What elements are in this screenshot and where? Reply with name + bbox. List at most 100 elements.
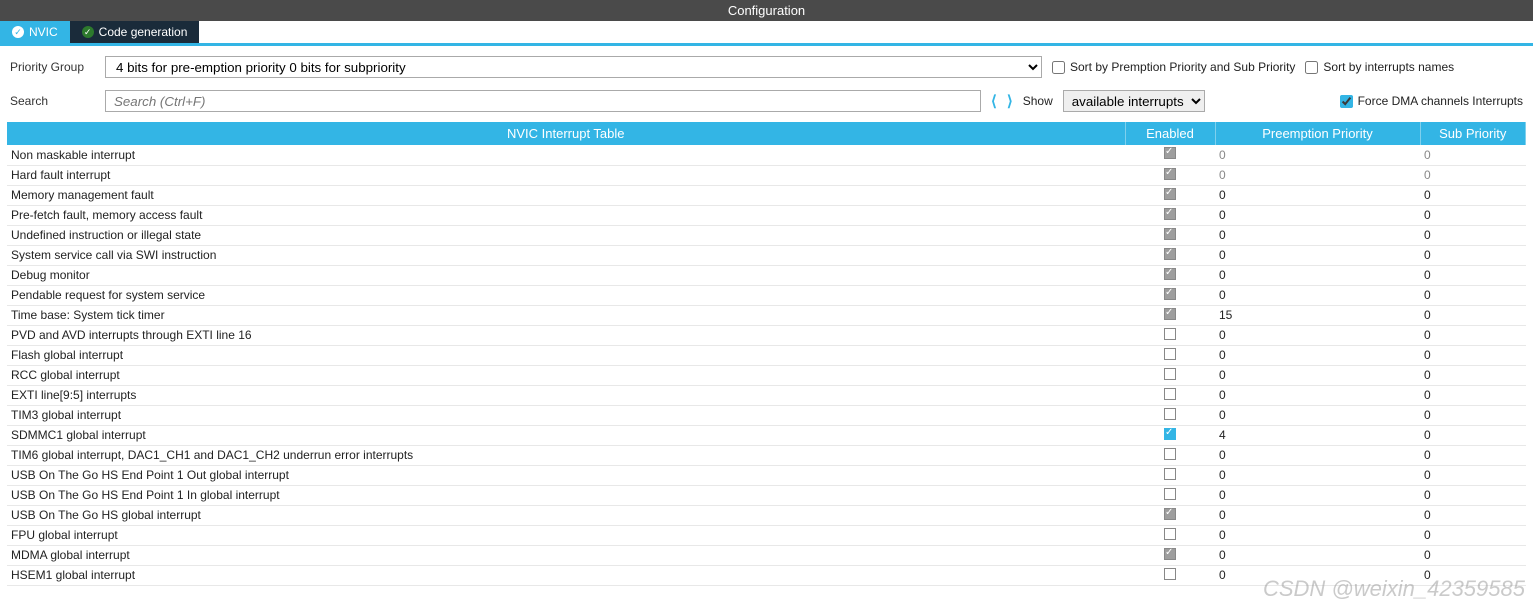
cell-preempt[interactable]: 0 xyxy=(1215,285,1420,305)
cell-preempt[interactable]: 0 xyxy=(1215,465,1420,485)
cell-preempt[interactable]: 0 xyxy=(1215,545,1420,565)
tab-nvic[interactable]: ✓ NVIC xyxy=(0,21,70,43)
cell-sub[interactable]: 0 xyxy=(1420,545,1526,565)
cell-sub[interactable]: 0 xyxy=(1420,265,1526,285)
enabled-checkbox[interactable] xyxy=(1164,408,1176,420)
cell-preempt[interactable]: 0 xyxy=(1215,265,1420,285)
cell-preempt[interactable]: 0 xyxy=(1215,505,1420,525)
sort-priority-label: Sort by Premption Priority and Sub Prior… xyxy=(1070,60,1295,74)
enabled-checkbox[interactable] xyxy=(1164,348,1176,360)
cell-preempt[interactable]: 4 xyxy=(1215,425,1420,445)
cell-sub[interactable]: 0 xyxy=(1420,445,1526,465)
cell-sub[interactable]: 0 xyxy=(1420,505,1526,525)
enabled-checkbox[interactable] xyxy=(1164,508,1176,520)
table-row[interactable]: USB On The Go HS global interrupt00 xyxy=(7,505,1526,525)
table-row[interactable]: Non maskable interrupt00 xyxy=(7,145,1526,165)
cell-sub[interactable]: 0 xyxy=(1420,325,1526,345)
enabled-checkbox[interactable] xyxy=(1164,568,1176,580)
cell-sub[interactable]: 0 xyxy=(1420,465,1526,485)
table-row[interactable]: TIM6 global interrupt, DAC1_CH1 and DAC1… xyxy=(7,445,1526,465)
table-row[interactable]: Hard fault interrupt00 xyxy=(7,165,1526,185)
cell-sub[interactable]: 0 xyxy=(1420,425,1526,445)
cell-preempt[interactable]: 0 xyxy=(1215,145,1420,165)
enabled-checkbox[interactable] xyxy=(1164,268,1176,280)
table-row[interactable]: Debug monitor00 xyxy=(7,265,1526,285)
cell-sub[interactable]: 0 xyxy=(1420,405,1526,425)
enabled-checkbox[interactable] xyxy=(1164,528,1176,540)
cell-preempt[interactable]: 0 xyxy=(1215,365,1420,385)
force-dma-checkbox[interactable] xyxy=(1340,95,1353,108)
next-icon[interactable]: ⟩ xyxy=(1007,92,1013,110)
table-row[interactable]: USB On The Go HS End Point 1 In global i… xyxy=(7,485,1526,505)
enabled-checkbox[interactable] xyxy=(1164,388,1176,400)
table-row[interactable]: Pre-fetch fault, memory access fault00 xyxy=(7,205,1526,225)
table-row[interactable]: RCC global interrupt00 xyxy=(7,365,1526,385)
cell-sub[interactable]: 0 xyxy=(1420,365,1526,385)
enabled-checkbox[interactable] xyxy=(1164,368,1176,380)
cell-preempt[interactable]: 0 xyxy=(1215,165,1420,185)
cell-preempt[interactable]: 0 xyxy=(1215,325,1420,345)
enabled-checkbox[interactable] xyxy=(1164,488,1176,500)
table-row[interactable]: Pendable request for system service00 xyxy=(7,285,1526,305)
cell-sub[interactable]: 0 xyxy=(1420,205,1526,225)
table-row[interactable]: MDMA global interrupt00 xyxy=(7,545,1526,565)
enabled-checkbox[interactable] xyxy=(1164,188,1176,200)
table-row[interactable]: Time base: System tick timer150 xyxy=(7,305,1526,325)
cell-name: USB On The Go HS End Point 1 Out global … xyxy=(7,465,1125,485)
cell-preempt[interactable]: 0 xyxy=(1215,485,1420,505)
cell-preempt[interactable]: 0 xyxy=(1215,385,1420,405)
cell-preempt[interactable]: 0 xyxy=(1215,245,1420,265)
cell-preempt[interactable]: 0 xyxy=(1215,525,1420,545)
enabled-checkbox[interactable] xyxy=(1164,468,1176,480)
enabled-checkbox[interactable] xyxy=(1164,168,1176,180)
cell-preempt[interactable]: 0 xyxy=(1215,345,1420,365)
cell-sub[interactable]: 0 xyxy=(1420,525,1526,545)
cell-sub[interactable]: 0 xyxy=(1420,165,1526,185)
prev-icon[interactable]: ⟨ xyxy=(991,92,997,110)
cell-sub[interactable]: 0 xyxy=(1420,145,1526,165)
table-row[interactable]: Flash global interrupt00 xyxy=(7,345,1526,365)
show-select[interactable]: available interrupts xyxy=(1063,90,1205,112)
table-row[interactable]: HSEM1 global interrupt00 xyxy=(7,565,1526,585)
cell-preempt[interactable]: 15 xyxy=(1215,305,1420,325)
enabled-checkbox[interactable] xyxy=(1164,208,1176,220)
enabled-checkbox[interactable] xyxy=(1164,428,1176,440)
enabled-checkbox[interactable] xyxy=(1164,448,1176,460)
table-row[interactable]: System service call via SWI instruction0… xyxy=(7,245,1526,265)
enabled-checkbox[interactable] xyxy=(1164,328,1176,340)
table-row[interactable]: TIM3 global interrupt00 xyxy=(7,405,1526,425)
table-row[interactable]: FPU global interrupt00 xyxy=(7,525,1526,545)
table-row[interactable]: EXTI line[9:5] interrupts00 xyxy=(7,385,1526,405)
cell-sub[interactable]: 0 xyxy=(1420,345,1526,365)
cell-sub[interactable]: 0 xyxy=(1420,285,1526,305)
cell-preempt[interactable]: 0 xyxy=(1215,445,1420,465)
enabled-checkbox[interactable] xyxy=(1164,147,1176,159)
table-row[interactable]: PVD and AVD interrupts through EXTI line… xyxy=(7,325,1526,345)
table-row[interactable]: SDMMC1 global interrupt40 xyxy=(7,425,1526,445)
search-input[interactable] xyxy=(105,90,981,112)
cell-preempt[interactable]: 0 xyxy=(1215,185,1420,205)
cell-sub[interactable]: 0 xyxy=(1420,485,1526,505)
cell-sub[interactable]: 0 xyxy=(1420,305,1526,325)
tab-codegen[interactable]: ✓ Code generation xyxy=(70,21,200,43)
enabled-checkbox[interactable] xyxy=(1164,548,1176,560)
table-row[interactable]: Undefined instruction or illegal state00 xyxy=(7,225,1526,245)
enabled-checkbox[interactable] xyxy=(1164,228,1176,240)
sort-names-checkbox[interactable] xyxy=(1305,61,1318,74)
sort-priority-checkbox[interactable] xyxy=(1052,61,1065,74)
cell-preempt[interactable]: 0 xyxy=(1215,565,1420,585)
table-row[interactable]: Memory management fault00 xyxy=(7,185,1526,205)
cell-preempt[interactable]: 0 xyxy=(1215,205,1420,225)
cell-sub[interactable]: 0 xyxy=(1420,565,1526,585)
enabled-checkbox[interactable] xyxy=(1164,248,1176,260)
cell-preempt[interactable]: 0 xyxy=(1215,405,1420,425)
priority-group-select[interactable]: 4 bits for pre-emption priority 0 bits f… xyxy=(105,56,1042,78)
cell-sub[interactable]: 0 xyxy=(1420,385,1526,405)
table-row[interactable]: USB On The Go HS End Point 1 Out global … xyxy=(7,465,1526,485)
cell-sub[interactable]: 0 xyxy=(1420,185,1526,205)
cell-preempt[interactable]: 0 xyxy=(1215,225,1420,245)
cell-sub[interactable]: 0 xyxy=(1420,225,1526,245)
enabled-checkbox[interactable] xyxy=(1164,288,1176,300)
cell-sub[interactable]: 0 xyxy=(1420,245,1526,265)
enabled-checkbox[interactable] xyxy=(1164,308,1176,320)
